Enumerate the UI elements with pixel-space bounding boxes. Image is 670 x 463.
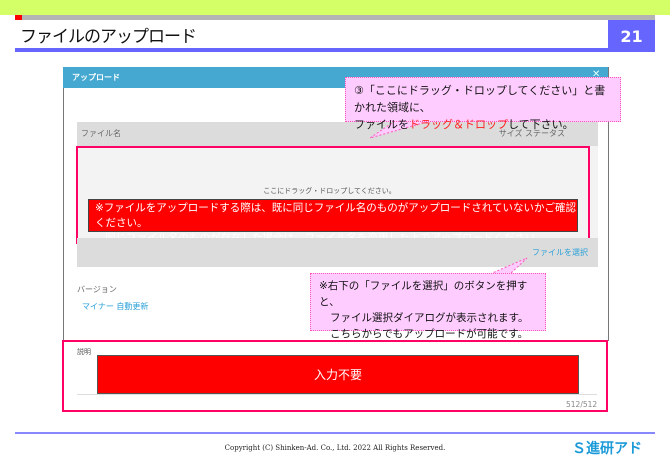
callout2-line-1: ※右下の「ファイルを選択」のボタンを押すと、 xyxy=(319,280,528,308)
callout2-line-3: こちらからでもアップロードが可能です。 xyxy=(330,328,529,340)
callout-tails xyxy=(369,120,528,275)
logo-icon: Ｓ xyxy=(572,441,586,457)
company-logo: Ｓ進研アド xyxy=(572,438,642,458)
callout2-line-2: ファイル選択ダイアログが表示されます。 xyxy=(330,312,529,324)
callout-drag-drop: ③「ここにドラッグ・ドロップしてください」と書かれた領域に、 ファイルをドラッグ… xyxy=(345,77,621,131)
copyright: Copyright (C) Shinken-Ad. Co., Ltd. 2022… xyxy=(224,444,446,452)
callout1-pre: ファイルを xyxy=(354,118,409,131)
callout-choose-file: ※右下の「ファイルを選択」のボタンを押すと、 ファイル選択ダイアログが表示されま… xyxy=(310,273,546,340)
callout1-post: して下さい。 xyxy=(508,118,574,131)
callout1-emphasis: ドラッグ＆ドロップ xyxy=(409,118,508,131)
callout1-line-1: ③「ここにドラッグ・ドロップしてください」と書かれた領域に、 xyxy=(354,84,606,114)
callout2-tail xyxy=(489,257,528,275)
logo-text: 進研アド xyxy=(586,441,642,457)
footer-line xyxy=(15,432,655,434)
